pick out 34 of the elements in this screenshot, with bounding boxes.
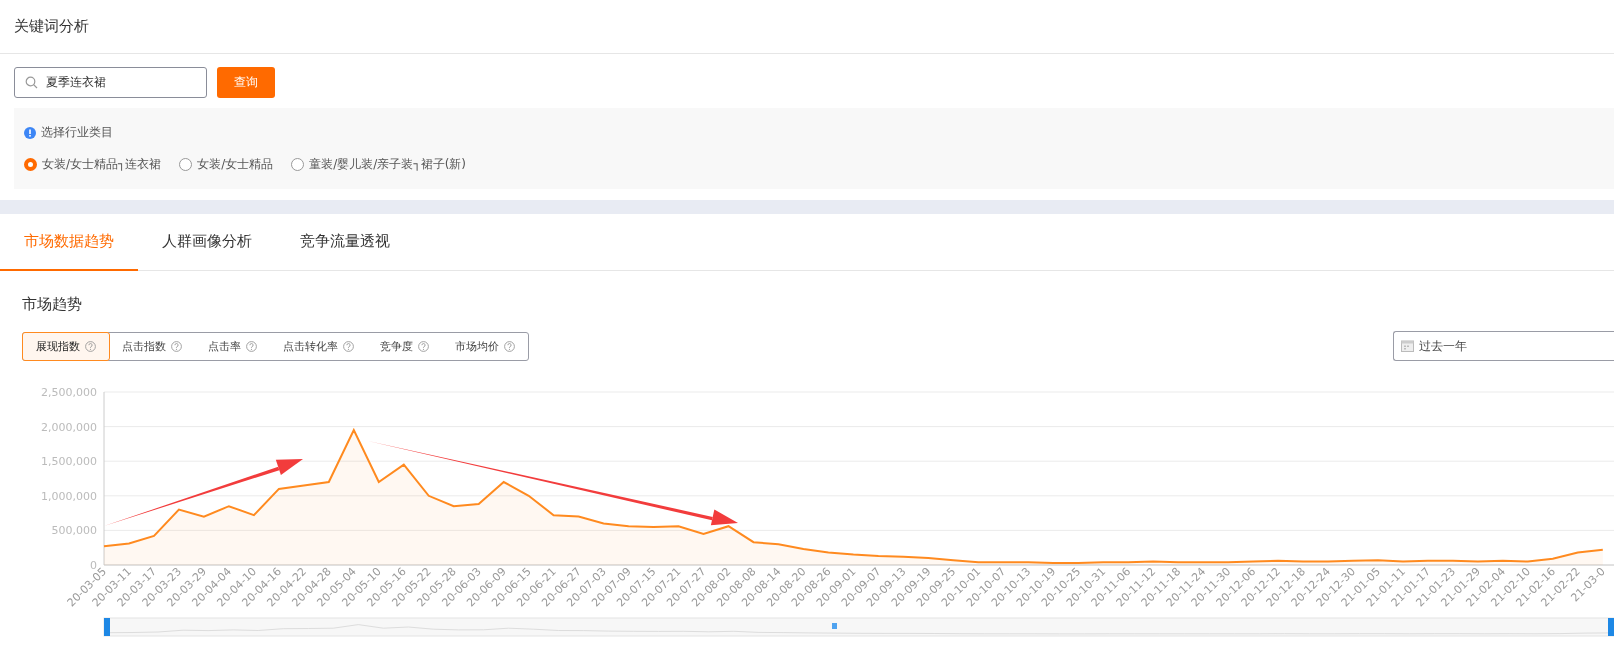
period-select[interactable]: 过去一年 — [1393, 331, 1614, 361]
y-axis-label: 2,500,000 — [41, 386, 97, 399]
y-axis-label: 1,500,000 — [41, 455, 97, 469]
metric-tab[interactable]: 点击指数 — [108, 332, 196, 361]
tab[interactable]: 人群画像分析 — [138, 214, 276, 271]
category-radio[interactable]: 女装/女士精品┐连衣裙 — [24, 156, 162, 173]
help-icon — [246, 341, 257, 352]
metric-tab[interactable]: 展现指数 — [22, 332, 110, 361]
search-icon — [25, 76, 38, 89]
metric-tab[interactable]: 竞争度 — [366, 332, 443, 361]
category-radio[interactable]: 女装/女士精品 — [179, 156, 274, 173]
metric-tab[interactable]: 点击转化率 — [269, 332, 368, 361]
info-icon — [24, 126, 36, 139]
help-icon — [85, 341, 96, 352]
section-title: 市场趋势 — [22, 295, 82, 313]
zoom-slider[interactable] — [103, 617, 1614, 637]
y-axis-label: 2,000,000 — [41, 420, 97, 434]
radio-circle[interactable] — [179, 158, 193, 171]
radio-circle[interactable] — [24, 158, 37, 171]
help-icon — [504, 341, 515, 352]
help-icon — [418, 341, 429, 352]
y-axis-label: 500,000 — [51, 524, 97, 538]
calendar-icon — [1401, 340, 1414, 352]
metric-tab[interactable]: 点击率 — [194, 332, 271, 361]
tab[interactable]: 竞争流量透视 — [276, 214, 414, 271]
search-field[interactable]: 夏季连衣裙 — [14, 67, 207, 98]
help-icon — [171, 341, 182, 352]
page-title: 关键词分析 — [14, 17, 89, 36]
radio-circle[interactable] — [291, 158, 305, 171]
category-radio[interactable]: 童装/婴儿装/亲子装┐裙子(新) — [291, 156, 466, 173]
help-icon — [343, 341, 354, 352]
y-axis-label: 1,000,000 — [41, 489, 97, 503]
metric-tab[interactable]: 市场均价 — [441, 332, 529, 361]
category-label: 选择行业类目 — [41, 124, 113, 141]
